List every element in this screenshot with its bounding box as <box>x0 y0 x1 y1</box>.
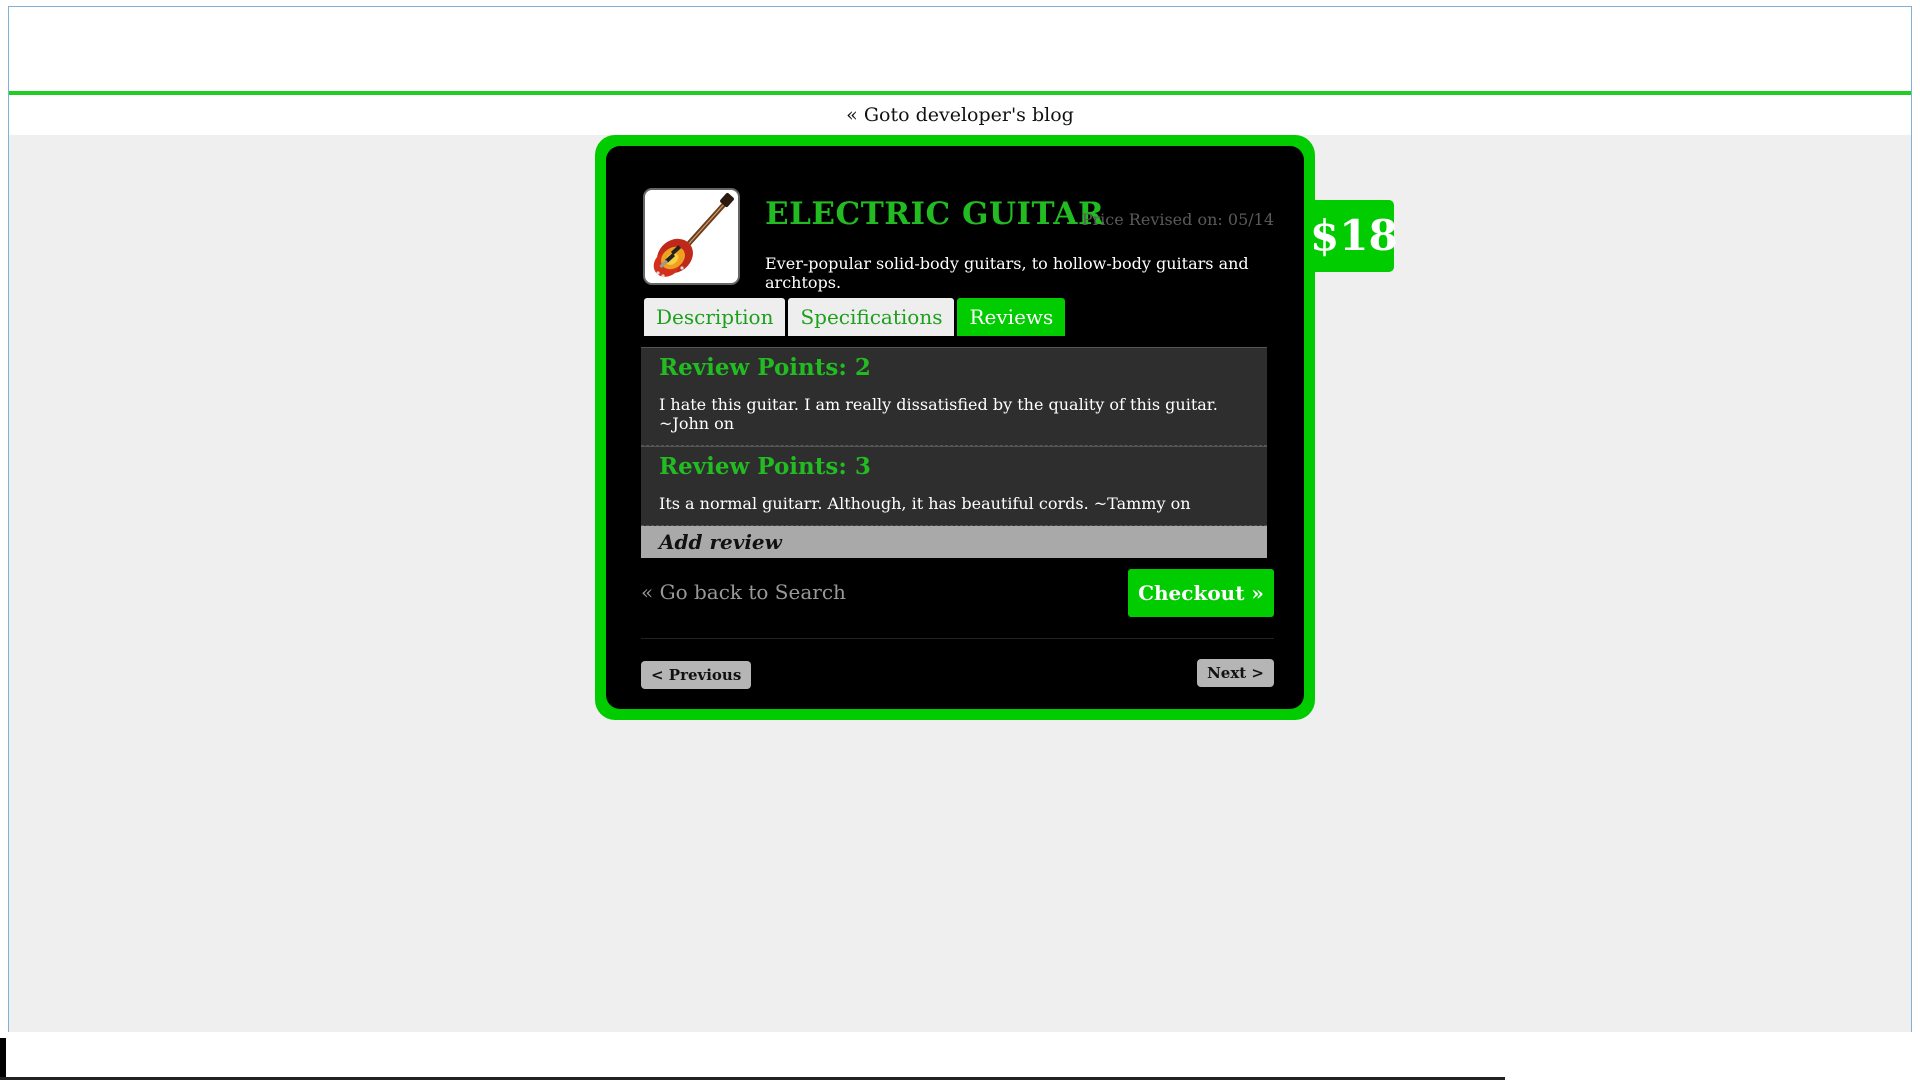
divider <box>641 638 1274 639</box>
dev-blog-bar: « Goto developer's blog <box>9 95 1911 135</box>
next-button[interactable]: Next > <box>1197 659 1274 687</box>
go-back-to-search-link[interactable]: « Go back to Search <box>641 580 846 604</box>
review-text: Its a normal guitarr. Although, it has b… <box>659 494 1191 513</box>
price-badge: $18 <box>1310 200 1398 272</box>
product-title: ELECTRIC GUITAR <box>765 196 1105 232</box>
review-points: Review Points: 3 <box>659 453 871 480</box>
product-card-inner: ELECTRIC GUITAR Price Revised on: 05/14 … <box>606 146 1304 709</box>
reviews-panel: Review Points: 2 I hate this guitar. I a… <box>641 347 1267 558</box>
review-item: Review Points: 2 I hate this guitar. I a… <box>641 347 1267 446</box>
tab-description[interactable]: Description <box>644 298 786 336</box>
bottom-bar <box>0 1032 1920 1080</box>
product-subtitle: Ever-popular solid-body guitars, to holl… <box>765 254 1249 292</box>
product-image <box>643 188 740 285</box>
add-review-button[interactable]: Add review <box>641 526 1267 558</box>
tab-reviews[interactable]: Reviews <box>957 298 1066 336</box>
product-card: ELECTRIC GUITAR Price Revised on: 05/14 … <box>595 135 1315 720</box>
checkout-button[interactable]: Checkout » <box>1128 569 1274 617</box>
review-points: Review Points: 2 <box>659 354 871 381</box>
price-revised-date: Price Revised on: 05/14 <box>1081 210 1274 229</box>
top-banner <box>9 7 1911 95</box>
bottom-edge-marker <box>0 1038 6 1080</box>
dev-blog-link[interactable]: « Goto developer's blog <box>846 104 1074 126</box>
product-tabs: Description Specifications Reviews <box>644 298 1066 336</box>
electric-guitar-icon <box>653 193 734 278</box>
previous-button[interactable]: < Previous <box>641 661 752 689</box>
review-text: I hate this guitar. I am really dissatis… <box>659 395 1218 433</box>
tab-specifications[interactable]: Specifications <box>788 298 955 336</box>
review-item: Review Points: 3 Its a normal guitarr. A… <box>641 446 1267 526</box>
